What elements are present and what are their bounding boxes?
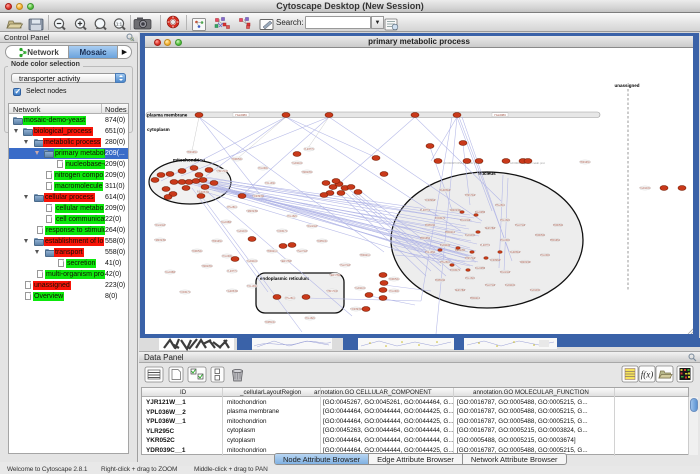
svg-text:YMR323W: YMR323W xyxy=(154,239,166,242)
svg-text:f(x): f(x) xyxy=(641,370,654,380)
svg-text:YAL038W: YAL038W xyxy=(475,267,486,270)
svg-text:YLR377C: YLR377C xyxy=(420,210,430,212)
svg-text:YNL071W: YNL071W xyxy=(485,285,496,287)
svg-text:YPL281C: YPL281C xyxy=(440,262,450,264)
svg-text:YGR240C: YGR240C xyxy=(355,287,366,290)
svg-text:YGR240C: YGR240C xyxy=(292,162,303,165)
svg-text:YOR347C: YOR347C xyxy=(435,218,446,220)
svg-text:YOR393W: YOR393W xyxy=(490,260,502,262)
svg-text:YBR221C: YBR221C xyxy=(445,232,456,234)
svg-text:YOL136C: YOL136C xyxy=(425,252,435,254)
svg-text:YGR254W: YGR254W xyxy=(440,190,452,192)
svg-text:YBR196C: YBR196C xyxy=(580,161,591,164)
svg-text:YDR050C: YDR050C xyxy=(535,235,546,237)
svg-text:YDL021W: YDL021W xyxy=(155,224,167,227)
svg-text:YDR516C: YDR516C xyxy=(265,321,276,324)
svg-text:YDL021W: YDL021W xyxy=(500,272,511,274)
svg-text:YDR516C: YDR516C xyxy=(435,280,446,282)
svg-text:YOR393W: YOR393W xyxy=(252,195,264,198)
svg-text:YDL021W: YDL021W xyxy=(460,220,471,222)
svg-text:YGR240C: YGR240C xyxy=(440,245,451,247)
svg-text:YER178W: YER178W xyxy=(485,228,497,230)
svg-text:YKL060C: YKL060C xyxy=(500,240,510,242)
svg-text:YGR193C: YGR193C xyxy=(237,230,248,233)
svg-text:YHR174W: YHR174W xyxy=(326,290,338,293)
svg-text:YGR240C: YGR240C xyxy=(505,285,516,287)
svg-text:mitochondrion: mitochondrion xyxy=(173,158,205,163)
svg-text:YBR196C: YBR196C xyxy=(212,240,223,243)
svg-text:YLR377C: YLR377C xyxy=(227,270,238,273)
svg-text:YGR254W: YGR254W xyxy=(510,252,522,254)
svg-text:YER178W: YER178W xyxy=(280,260,292,263)
svg-text:cytoplasm: cytoplasm xyxy=(147,127,170,132)
svg-text:YNL071W: YNL071W xyxy=(297,250,309,253)
svg-text:YDR050C: YDR050C xyxy=(389,278,400,281)
svg-text:YBR221C: YBR221C xyxy=(360,254,371,257)
svg-text:YKL152C: YKL152C xyxy=(465,278,475,280)
svg-text:YER178W: YER178W xyxy=(329,274,341,277)
svg-text:YBR196C: YBR196C xyxy=(420,238,431,240)
svg-text:YBR196C: YBR196C xyxy=(550,240,561,242)
svg-text:unassigned: unassigned xyxy=(614,83,639,88)
svg-text:1:1: 1:1 xyxy=(116,22,123,27)
svg-text:YGR240C: YGR240C xyxy=(247,260,258,263)
svg-text:YGL008C: YGL008C xyxy=(494,113,506,117)
svg-text:YGR254W: YGR254W xyxy=(226,290,238,293)
svg-text:YOL136C: YOL136C xyxy=(247,285,258,288)
svg-text:YGL008C: YGL008C xyxy=(235,113,247,117)
svg-text:YBR196C: YBR196C xyxy=(187,151,198,154)
svg-text:YMR205C: YMR205C xyxy=(455,250,466,252)
svg-text:YKL152C: YKL152C xyxy=(500,220,510,222)
svg-text:YHR174W: YHR174W xyxy=(216,170,228,173)
svg-text:YOL136C: YOL136C xyxy=(265,182,276,185)
svg-text:YAL038W: YAL038W xyxy=(165,271,176,274)
svg-text:YAL038W: YAL038W xyxy=(221,221,232,224)
svg-text:YKL060C: YKL060C xyxy=(540,255,550,257)
svg-text:YLR377C: YLR377C xyxy=(480,245,490,247)
svg-text:YOR347C: YOR347C xyxy=(450,270,461,272)
svg-text:YPL281C: YPL281C xyxy=(285,297,296,300)
svg-text:YMR323W: YMR323W xyxy=(246,210,258,213)
svg-text:YDR050C: YDR050C xyxy=(232,158,243,161)
svg-text:YGR193C: YGR193C xyxy=(640,187,651,190)
svg-text:YGR193C: YGR193C xyxy=(465,235,476,237)
svg-text:YBR221C: YBR221C xyxy=(267,250,278,253)
svg-text:YMR323W: YMR323W xyxy=(449,210,461,212)
svg-text:YNL071W: YNL071W xyxy=(515,225,526,227)
svg-text:YDR516C: YDR516C xyxy=(317,240,328,243)
svg-text:YLR377C: YLR377C xyxy=(304,148,315,151)
svg-text:YKL152C: YKL152C xyxy=(287,215,298,218)
svg-text:endoplasmic reticulum: endoplasmic reticulum xyxy=(260,276,309,281)
svg-text:YNL071W: YNL071W xyxy=(340,264,352,267)
svg-text:YPL281C: YPL281C xyxy=(227,206,238,209)
svg-text:YHR174W: YHR174W xyxy=(465,258,477,260)
svg-text:YMR205C: YMR205C xyxy=(301,171,312,174)
svg-text:YPL281C: YPL281C xyxy=(495,205,505,207)
svg-text:YKL060C: YKL060C xyxy=(389,290,400,293)
svg-text:YDR516C: YDR516C xyxy=(425,225,436,227)
svg-text:YKL060C: YKL060C xyxy=(222,255,233,258)
svg-text:YDL021W: YDL021W xyxy=(307,225,319,228)
svg-text:YGR193C: YGR193C xyxy=(530,290,541,292)
svg-text:YOR347C: YOR347C xyxy=(277,230,288,233)
svg-text:YMR323W: YMR323W xyxy=(519,262,531,264)
svg-text:YDR050C: YDR050C xyxy=(192,250,203,253)
svg-text:YOR347C: YOR347C xyxy=(180,291,191,294)
svg-text:YMR205C: YMR205C xyxy=(201,265,212,268)
svg-text:YDR050C: YDR050C xyxy=(553,225,564,227)
svg-text:YKL060C: YKL060C xyxy=(258,167,269,170)
svg-text:YOR393W: YOR393W xyxy=(350,308,362,311)
svg-text:YOR393W: YOR393W xyxy=(425,200,437,202)
svg-text:plasma membrane: plasma membrane xyxy=(147,113,188,118)
svg-text:YKL152C: YKL152C xyxy=(305,317,316,320)
svg-text:YBR221C: YBR221C xyxy=(470,298,481,300)
svg-text:YHR174W: YHR174W xyxy=(465,195,477,197)
svg-text:YER178W: YER178W xyxy=(455,290,467,292)
